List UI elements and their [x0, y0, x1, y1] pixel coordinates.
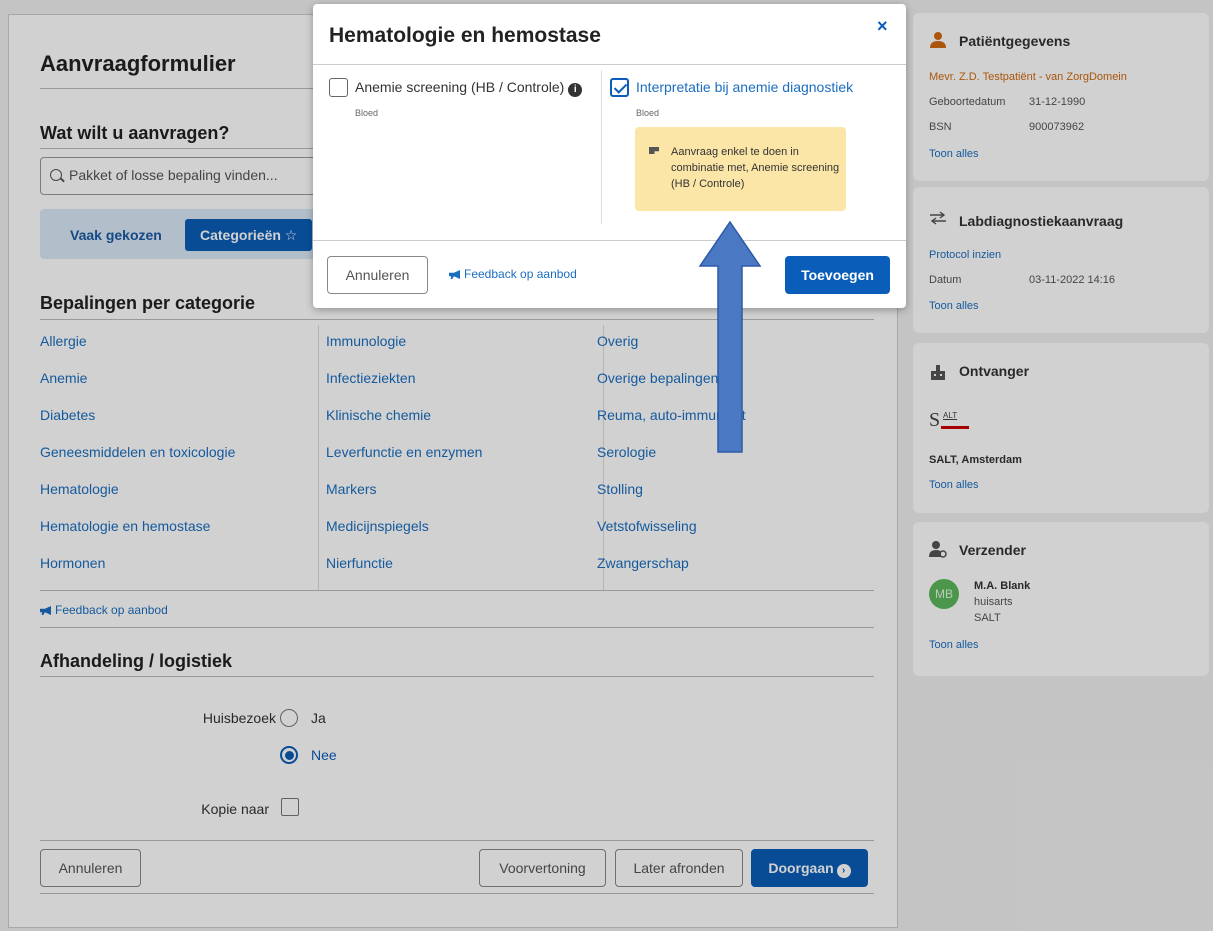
annotation-up-arrow: [698, 220, 762, 453]
specimen-label: Bloed: [636, 108, 660, 118]
dependency-note: Aanvraag enkel te doen in combinatie met…: [635, 127, 846, 211]
megaphone-icon: [449, 270, 460, 279]
dependency-note-text: Aanvraag enkel te doen in combinatie met…: [671, 146, 840, 190]
info-icon[interactable]: i: [568, 83, 583, 97]
dialog-title: Hematologie en hemostase: [329, 24, 601, 47]
dialog-feedback-link[interactable]: Feedback op aanbod: [449, 267, 577, 281]
dialog-cancel-button[interactable]: Annuleren: [327, 256, 428, 294]
test-selection-dialog: Hematologie en hemostase × Anemie screen…: [313, 4, 906, 308]
anemia-interpretation-label[interactable]: Interpretatie bij anemie diagnostiek: [636, 79, 853, 95]
dialog-feedback-label: Feedback op aanbod: [464, 267, 577, 281]
anemia-screening-checkbox[interactable]: [329, 78, 348, 97]
column-divider: [601, 70, 602, 224]
anemia-interpretation-checkbox[interactable]: [610, 78, 629, 97]
add-button[interactable]: Toevoegen: [785, 256, 890, 294]
specimen-label: Bloed: [355, 108, 379, 118]
anemia-screening-label: Anemie screening (HB / Controle): [355, 79, 565, 95]
divider: [313, 240, 906, 241]
divider: [313, 64, 906, 65]
pointing-hand-icon: [649, 147, 659, 154]
anemia-screening-item[interactable]: Anemie screening (HB / Controle) i: [355, 79, 583, 97]
close-icon[interactable]: ×: [877, 16, 888, 37]
